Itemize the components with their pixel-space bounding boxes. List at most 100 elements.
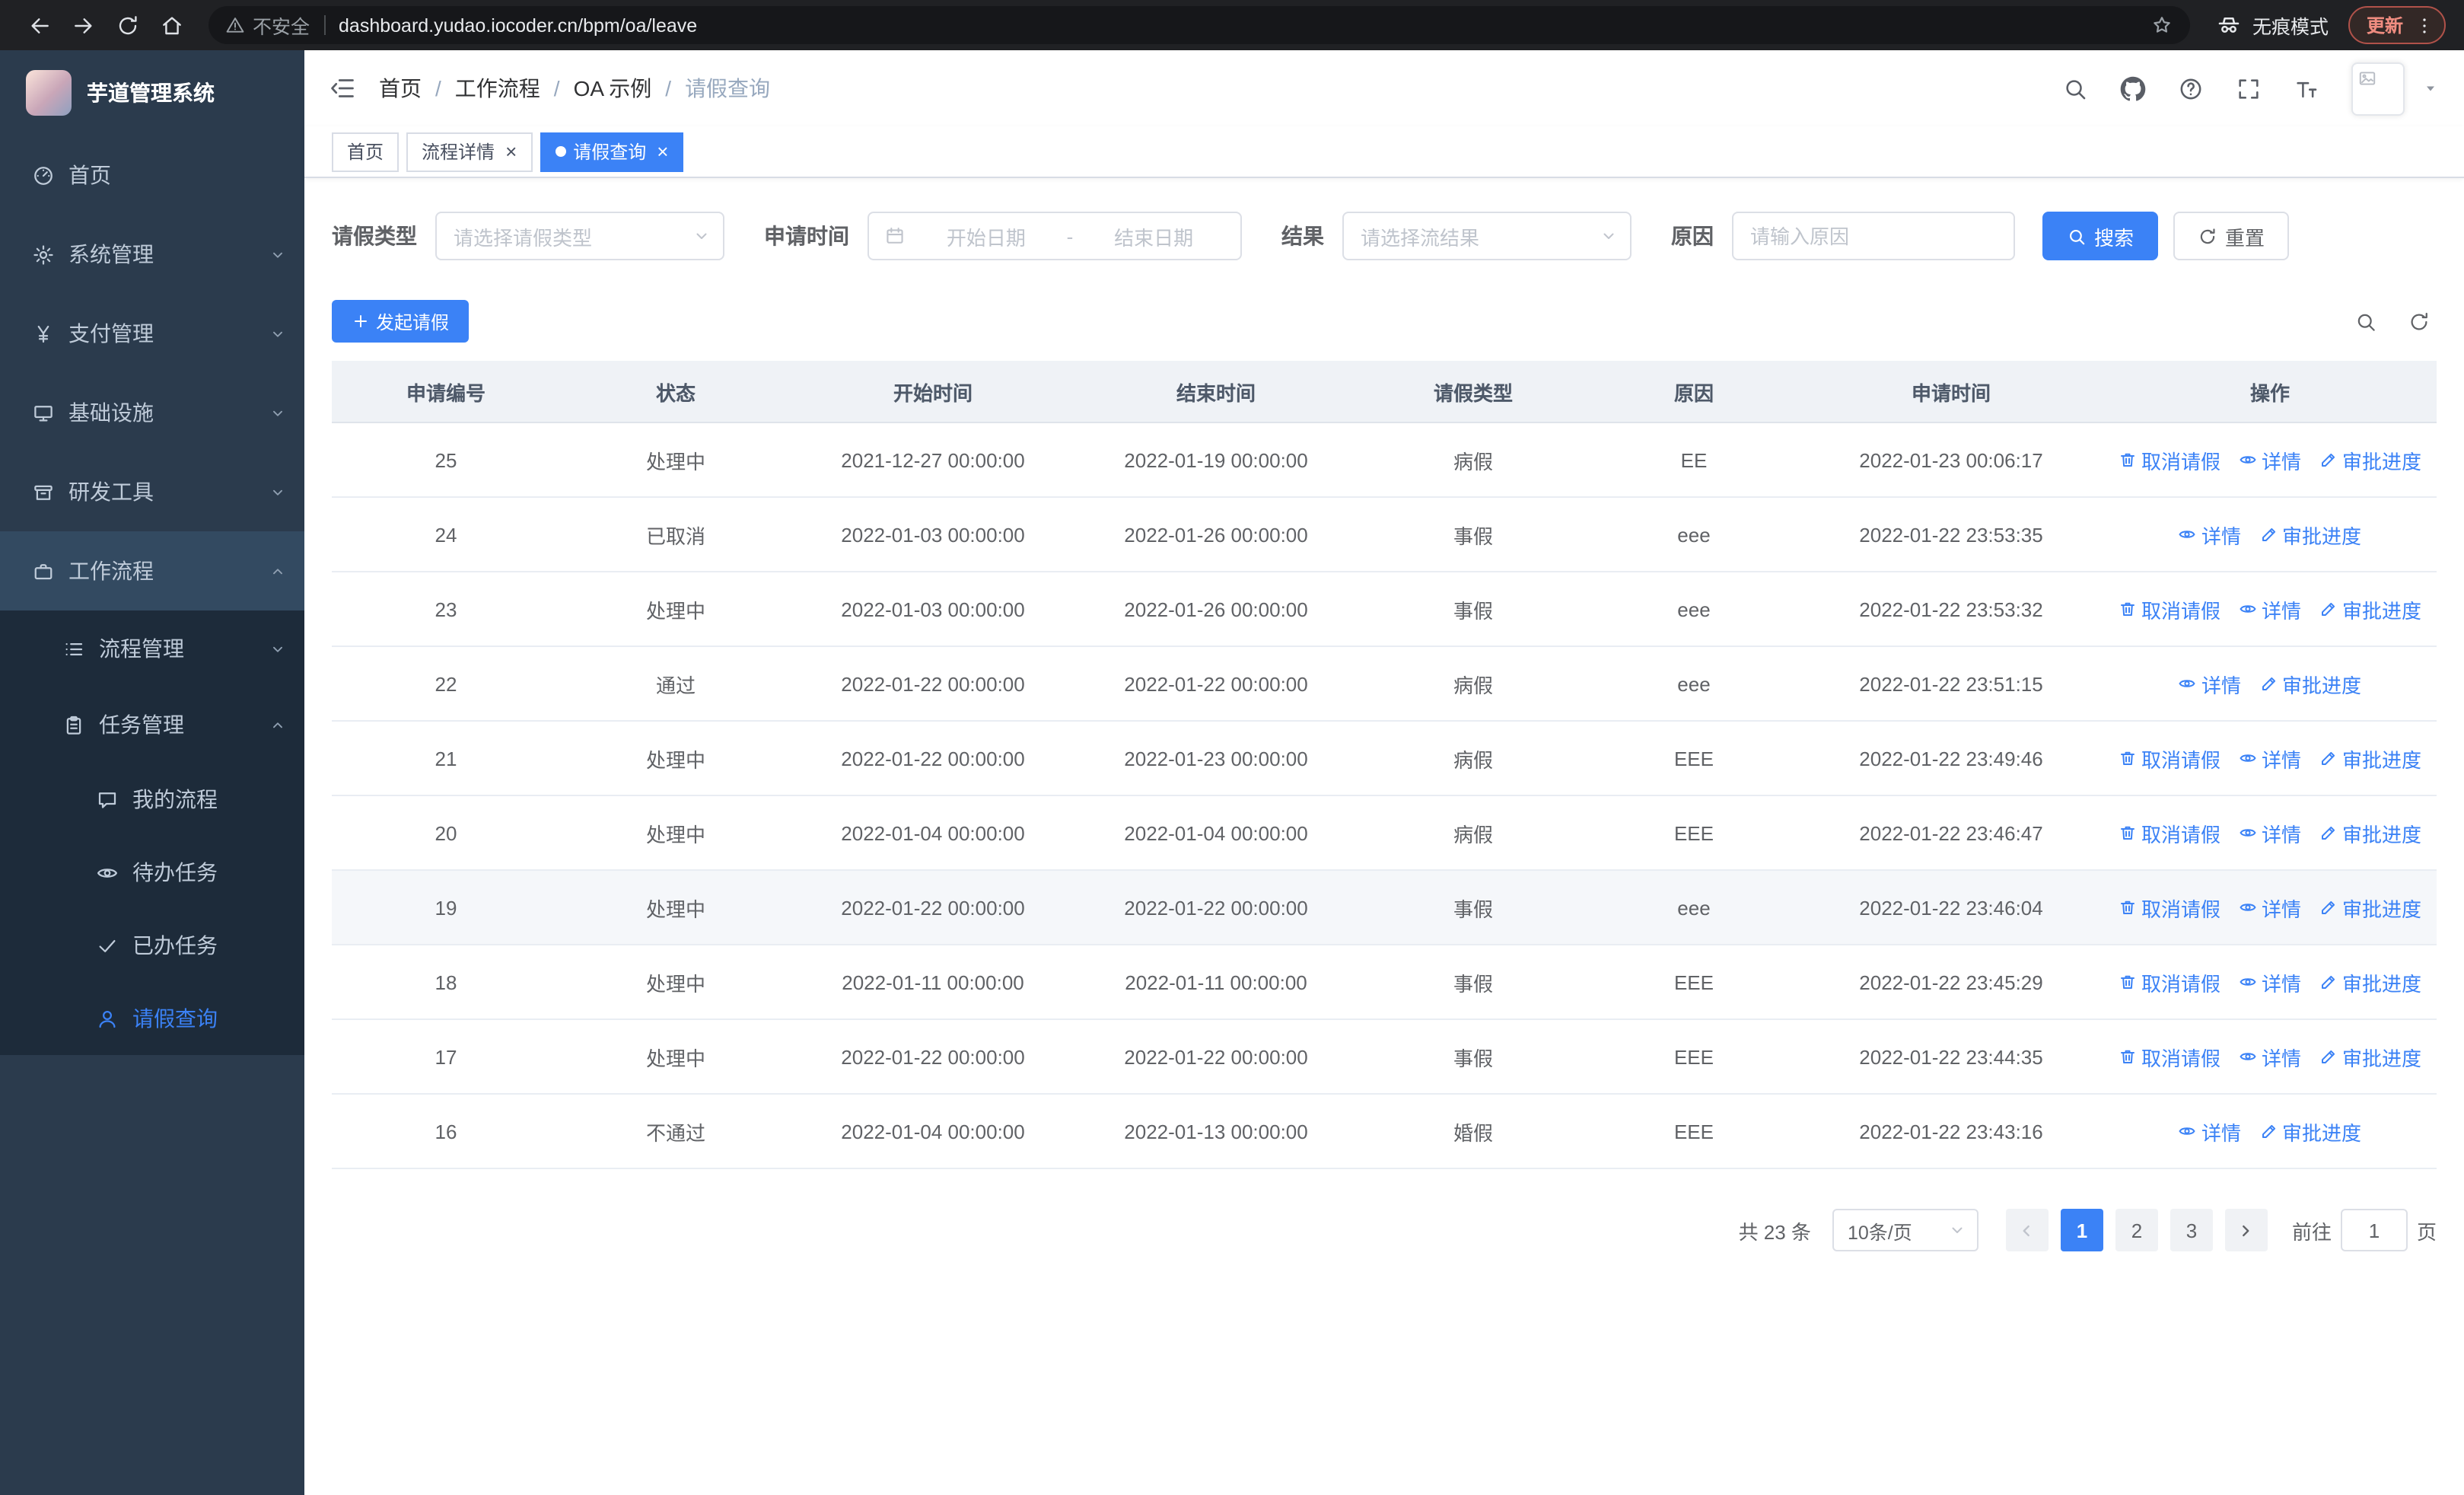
cancel-action-link[interactable]: 取消请假 bbox=[2119, 967, 2220, 996]
cell-end: 2022-01-22 00:00:00 bbox=[1074, 646, 1358, 722]
browser-forward-button[interactable] bbox=[62, 5, 103, 46]
toggle-search-icon[interactable] bbox=[2354, 310, 2377, 333]
page-size-select[interactable]: 10条/页 bbox=[1832, 1209, 1979, 1251]
browser-back-button[interactable] bbox=[18, 5, 59, 46]
app-logo[interactable]: 芋道管理系统 bbox=[0, 50, 304, 135]
progress-action-link[interactable]: 审批进度 bbox=[2259, 1117, 2361, 1146]
page-button-1[interactable]: 1 bbox=[2060, 1209, 2103, 1251]
security-label[interactable]: 不安全 bbox=[253, 11, 310, 40]
font-size-icon[interactable] bbox=[2294, 75, 2319, 101]
table-row[interactable]: 20 处理中 2022-01-04 00:00:00 2022-01-04 00:00… bbox=[332, 795, 2437, 871]
table-row[interactable]: 22 通过 2022-01-22 00:00:00 2022-01-22 00:00:… bbox=[332, 646, 2437, 722]
table-row[interactable]: 19 处理中 2022-01-22 00:00:00 2022-01-22 00:00… bbox=[332, 870, 2437, 945]
sidebar-item-todo-tasks[interactable]: 待办任务 bbox=[0, 836, 304, 909]
breadcrumb-item[interactable]: 首页 bbox=[379, 73, 422, 104]
cell-applied: 2022-01-22 23:44:35 bbox=[1799, 1019, 2103, 1095]
sidebar-item-system[interactable]: 系统管理 bbox=[0, 215, 304, 294]
detail-action-link[interactable]: 详情 bbox=[2179, 520, 2241, 549]
close-icon[interactable]: × bbox=[657, 142, 668, 161]
sidebar-item-payment[interactable]: 支付管理 bbox=[0, 294, 304, 373]
sidebar-item-home[interactable]: 首页 bbox=[0, 135, 304, 215]
page-button-3[interactable]: 3 bbox=[2170, 1209, 2213, 1251]
table-row[interactable]: 18 处理中 2022-01-11 00:00:00 2022-01-11 00:00… bbox=[332, 945, 2437, 1020]
sidebar-item-dev-tools[interactable]: 研发工具 bbox=[0, 452, 304, 531]
page-button-2[interactable]: 2 bbox=[2115, 1209, 2158, 1251]
reset-button[interactable]: 重置 bbox=[2173, 212, 2290, 260]
detail-action-link[interactable]: 详情 bbox=[2239, 818, 2301, 847]
leave-type-select[interactable]: 请选择请假类型 bbox=[435, 212, 724, 260]
detail-action-link[interactable]: 详情 bbox=[2239, 893, 2301, 922]
tab-process-detail[interactable]: 流程详情 × bbox=[406, 132, 533, 171]
cancel-action-link[interactable]: 取消请假 bbox=[2119, 893, 2220, 922]
tab-leave-query[interactable]: 请假查询 × bbox=[540, 132, 684, 171]
cancel-action-link[interactable]: 取消请假 bbox=[2119, 594, 2220, 623]
detail-action-link[interactable]: 详情 bbox=[2239, 594, 2301, 623]
progress-action-link[interactable]: 审批进度 bbox=[2319, 893, 2421, 922]
next-page-button[interactable] bbox=[2224, 1209, 2268, 1251]
detail-action-link[interactable]: 详情 bbox=[2239, 967, 2301, 996]
chevron-down-icon bbox=[269, 325, 286, 342]
progress-action-link[interactable]: 审批进度 bbox=[2319, 967, 2421, 996]
browser-reload-button[interactable] bbox=[107, 5, 148, 46]
table-row[interactable]: 16 不通过 2022-01-04 00:00:00 2022-01-13 00:00… bbox=[332, 1094, 2437, 1169]
help-icon[interactable] bbox=[2178, 75, 2204, 101]
progress-action-link[interactable]: 审批进度 bbox=[2319, 818, 2421, 847]
goto-page-input[interactable] bbox=[2340, 1209, 2408, 1251]
progress-action-link[interactable]: 审批进度 bbox=[2319, 744, 2421, 773]
detail-action-link[interactable]: 详情 bbox=[2239, 744, 2301, 773]
eye-icon bbox=[2239, 898, 2257, 916]
chevron-down-icon[interactable] bbox=[2421, 79, 2440, 97]
sidebar-item-done-tasks[interactable]: 已办任务 bbox=[0, 909, 304, 982]
bookmark-star-icon[interactable] bbox=[2150, 14, 2173, 37]
table-row[interactable]: 21 处理中 2022-01-22 00:00:00 2022-01-23 00:00… bbox=[332, 721, 2437, 796]
create-leave-button[interactable]: 发起请假 bbox=[332, 300, 470, 343]
cancel-action-link[interactable]: 取消请假 bbox=[2119, 1042, 2220, 1071]
progress-action-link[interactable]: 审批进度 bbox=[2259, 520, 2361, 549]
sidebar-item-label: 工作流程 bbox=[68, 559, 154, 583]
table-row[interactable]: 17 处理中 2022-01-22 00:00:00 2022-01-22 00:00… bbox=[332, 1019, 2437, 1095]
address-bar[interactable]: 不安全 dashboard.yudao.iocoder.cn/bpm/oa/le… bbox=[209, 6, 2190, 44]
table-row[interactable]: 25 处理中 2021-12-27 00:00:00 2022-01-19 00:00… bbox=[332, 422, 2437, 498]
progress-action-link[interactable]: 审批进度 bbox=[2319, 445, 2421, 474]
browser-home-button[interactable] bbox=[151, 5, 192, 46]
reason-input[interactable] bbox=[1732, 212, 2015, 260]
menu-dots-icon[interactable] bbox=[2414, 14, 2435, 36]
tab-home[interactable]: 首页 bbox=[332, 132, 400, 171]
table-row[interactable]: 23 处理中 2022-01-03 00:00:00 2022-01-26 00:00… bbox=[332, 572, 2437, 647]
search-button[interactable]: 搜索 bbox=[2042, 212, 2159, 260]
progress-action-link[interactable]: 审批进度 bbox=[2259, 669, 2361, 698]
cancel-action-link[interactable]: 取消请假 bbox=[2119, 744, 2220, 773]
detail-action-link[interactable]: 详情 bbox=[2179, 669, 2241, 698]
cancel-action-link[interactable]: 取消请假 bbox=[2119, 445, 2220, 474]
cancel-action-link[interactable]: 取消请假 bbox=[2119, 818, 2220, 847]
avatar[interactable] bbox=[2351, 62, 2405, 115]
refresh-table-icon[interactable] bbox=[2408, 310, 2431, 333]
edit-icon bbox=[2319, 600, 2338, 618]
fullscreen-icon[interactable] bbox=[2236, 75, 2262, 101]
table-row[interactable]: 24 已取消 2022-01-03 00:00:00 2022-01-26 00:00… bbox=[332, 497, 2437, 572]
detail-action-link[interactable]: 详情 bbox=[2239, 445, 2301, 474]
detail-action-link[interactable]: 详情 bbox=[2239, 1042, 2301, 1071]
action-label: 详情 bbox=[2201, 1121, 2241, 1144]
sidebar-item-infrastructure[interactable]: 基础设施 bbox=[0, 373, 304, 452]
sidebar-item-workflow[interactable]: 工作流程 bbox=[0, 531, 304, 610]
prev-page-button[interactable] bbox=[2005, 1209, 2049, 1251]
sidebar-item-process-mgmt[interactable]: 流程管理 bbox=[0, 610, 304, 687]
sidebar-item-my-process[interactable]: 我的流程 bbox=[0, 763, 304, 836]
progress-action-link[interactable]: 审批进度 bbox=[2319, 594, 2421, 623]
search-icon[interactable] bbox=[2062, 75, 2088, 101]
breadcrumb-item[interactable]: OA 示例 bbox=[574, 73, 652, 104]
breadcrumb-item[interactable]: 工作流程 bbox=[455, 73, 540, 104]
cell-reason: EEE bbox=[1589, 721, 1799, 796]
apply-time-range-input[interactable]: 开始日期 - 结束日期 bbox=[867, 212, 1242, 260]
result-select[interactable]: 请选择流结果 bbox=[1342, 212, 1632, 260]
github-icon[interactable] bbox=[2120, 75, 2146, 101]
close-icon[interactable]: × bbox=[505, 142, 517, 161]
progress-action-link[interactable]: 审批进度 bbox=[2319, 1042, 2421, 1071]
update-button[interactable]: 更新 bbox=[2348, 6, 2446, 44]
action-label: 详情 bbox=[2261, 897, 2301, 920]
collapse-sidebar-icon[interactable] bbox=[329, 75, 356, 102]
sidebar-item-leave-query[interactable]: 请假查询 bbox=[0, 982, 304, 1055]
detail-action-link[interactable]: 详情 bbox=[2179, 1117, 2241, 1146]
sidebar-item-task-mgmt[interactable]: 任务管理 bbox=[0, 687, 304, 763]
